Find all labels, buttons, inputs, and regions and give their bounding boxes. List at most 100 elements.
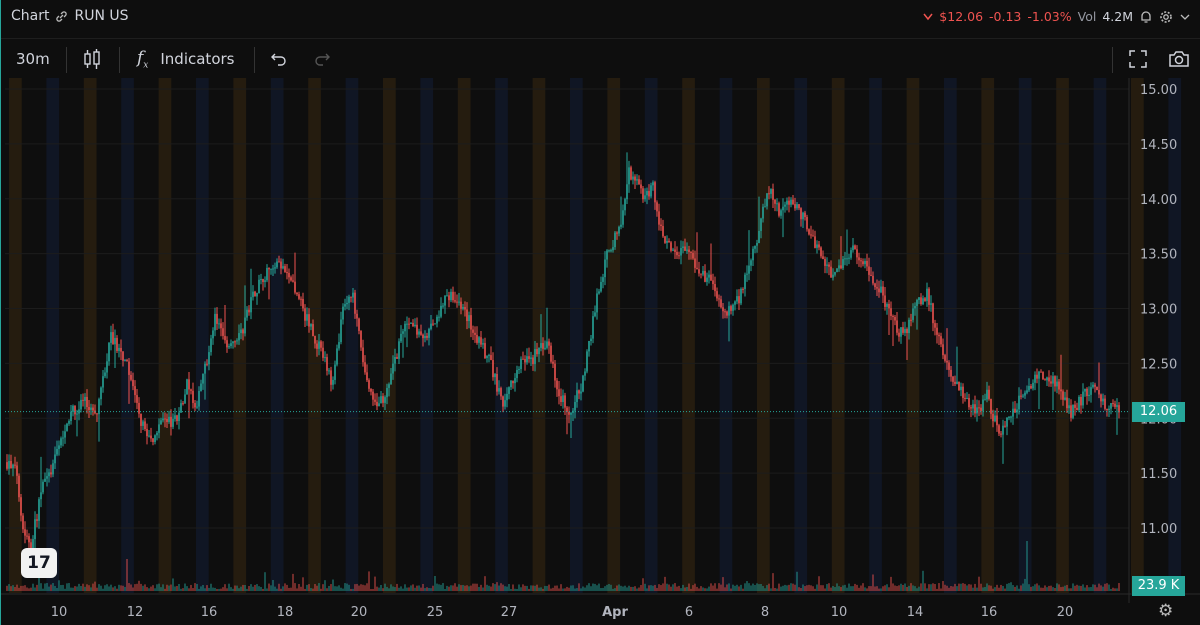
interval-button[interactable]: 30m: [16, 47, 50, 71]
candle-body: [214, 313, 216, 331]
volume-bar: [360, 584, 362, 591]
x-tick-label: 18: [277, 605, 294, 620]
volume-bar: [106, 584, 108, 591]
session-band: [9, 78, 22, 593]
undo-icon[interactable]: [269, 47, 289, 71]
candle-body: [220, 323, 222, 329]
volume-bar: [580, 588, 582, 591]
redo-icon[interactable]: [312, 47, 332, 71]
candle-body: [622, 210, 624, 225]
settings-gear-icon[interactable]: ⚙: [1158, 601, 1173, 621]
session-band: [383, 78, 396, 593]
volume-bar: [634, 586, 636, 591]
candle-body: [914, 305, 916, 309]
symbol-label[interactable]: RUN US: [74, 8, 128, 24]
time-axis[interactable]: 10 12 16 18 20 25 27 Apr 6 8 10 14 16 20: [51, 605, 1074, 620]
candle-body: [354, 292, 356, 314]
volume-bar: [276, 588, 278, 591]
indicators-button[interactable]: fx Indicators: [137, 47, 234, 71]
candle-body: [12, 464, 14, 469]
price-axis[interactable]: 15.0014.5014.0013.5013.0012.5012.0011.50…: [1140, 83, 1177, 537]
candle-body: [126, 360, 128, 362]
volume-bar: [508, 583, 510, 591]
candle-body: [112, 332, 114, 345]
gear-icon[interactable]: [1159, 10, 1173, 24]
candle-body: [408, 323, 410, 325]
candle-body: [404, 323, 406, 332]
candle-body: [838, 265, 840, 269]
x-tick-label: 27: [501, 605, 518, 620]
volume-bar: [818, 576, 820, 591]
candle-body: [554, 363, 556, 381]
volume-bar: [424, 588, 426, 591]
candle-body: [922, 298, 924, 305]
candle-body: [230, 343, 232, 347]
candle-body: [478, 337, 480, 343]
volume-bar: [186, 586, 188, 591]
volume-bar: [92, 583, 94, 591]
candle-body: [1106, 408, 1108, 411]
candle-body: [830, 266, 832, 278]
candle-body: [196, 406, 198, 408]
volume-bar: [228, 583, 230, 591]
candle-body: [910, 319, 912, 321]
candle-body: [260, 279, 262, 281]
volume-bar: [728, 583, 730, 591]
fullscreen-icon[interactable]: [1128, 47, 1148, 71]
candle-body: [240, 329, 242, 334]
candle-body: [948, 362, 950, 370]
volume-bar: [940, 588, 942, 591]
candle-body: [596, 293, 598, 313]
price-change-pct: -1.03%: [1027, 9, 1072, 24]
volume-bar: [972, 587, 974, 591]
candle-body: [450, 291, 452, 301]
candle-body: [502, 396, 504, 407]
candle-body: [978, 407, 980, 409]
volume-bar: [274, 586, 276, 591]
candle-body: [16, 465, 18, 476]
price-chart[interactable]: 15.0014.5014.0013.5013.0012.5012.0011.50…: [1, 78, 1200, 625]
volume-bar: [240, 586, 242, 591]
candle-body: [268, 267, 270, 270]
candle-body: [694, 258, 696, 268]
volume-bar: [670, 586, 672, 591]
candle-body: [904, 328, 906, 333]
candle-body: [276, 261, 278, 268]
session-band: [757, 78, 770, 593]
candles-icon[interactable]: [81, 47, 103, 71]
volume-bar: [70, 587, 72, 591]
candle-body: [880, 286, 882, 293]
volume-bar: [334, 586, 336, 591]
session-band: [1131, 78, 1144, 593]
camera-icon[interactable]: [1168, 47, 1190, 71]
candle-body: [264, 280, 266, 282]
volume-bar: [666, 583, 668, 591]
link-icon[interactable]: [55, 10, 68, 23]
candle-body: [458, 301, 460, 303]
candle-body: [734, 301, 736, 305]
volume-bar: [712, 585, 714, 591]
candle-body: [650, 185, 652, 197]
volume-bar: [288, 587, 290, 591]
candle-body: [490, 355, 492, 361]
volume-bar: [782, 585, 784, 591]
collapse-icon[interactable]: [1179, 11, 1191, 23]
volume-bar: [912, 585, 914, 591]
volume-bar: [42, 588, 44, 591]
volume-bar: [354, 584, 356, 591]
candle-body: [172, 418, 174, 427]
volume-bar: [706, 588, 708, 591]
volume-bar: [40, 583, 42, 591]
volume-bar: [824, 588, 826, 591]
volume-bar: [28, 588, 30, 591]
candle-body: [254, 291, 256, 297]
bell-icon[interactable]: [1139, 10, 1153, 24]
candle-body: [550, 345, 552, 362]
volume-bar: [266, 588, 268, 591]
candle-body: [582, 375, 584, 392]
candle-body: [152, 438, 154, 443]
candle-body: [1026, 390, 1028, 393]
volume-bar: [740, 584, 742, 591]
candle-body: [956, 381, 958, 384]
candle-body: [368, 380, 370, 389]
